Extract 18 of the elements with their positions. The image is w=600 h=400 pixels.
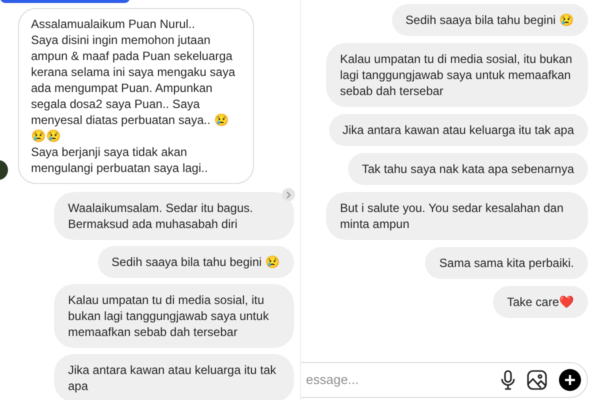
message-input[interactable]: essage... <box>306 370 489 390</box>
add-icon[interactable] <box>559 369 581 391</box>
image-icon[interactable] <box>527 370 547 390</box>
message-bubble: Kalau umpatan tu di media sosial, itu bukan lagi tanggungjawab saya untuk memaafkan sebab dah tersebar <box>54 284 294 348</box>
message-bubble: Sama sama kita perbaiki. <box>425 247 588 279</box>
message-composer[interactable]: essage... <box>301 362 588 398</box>
microphone-icon[interactable] <box>501 370 515 390</box>
message-bubble: Assalamualaikum Puan Nurul.. Saya disini ingin memohon jutaan ampun & maaf pada Puan sekeluarga kerana selama ini saya mengaku saya ada mengumpat Puan. Ampunkan segala dosa2 saya Puan.. Saya menyesal diatas perbuatan saya.. 😢 😢😢 Saya berjanji saya tidak akan mengulangi perbuatan saya lagi.. <box>18 8 254 184</box>
message-bubble: But i salute you. You sedar kesalahan dan minta ampun <box>326 192 588 240</box>
forward-icon[interactable] <box>282 188 295 201</box>
message-bubble: Jika antara kawan atau keluarga itu tak apa <box>328 114 588 146</box>
message-bubble: Kalau umpatan tu di media sosial, itu bukan lagi tanggungjawab saya untuk memaafkan sebab dah tersebar <box>326 43 588 107</box>
message-bubble: Jika antara kawan atau keluarga itu tak apa <box>54 354 294 400</box>
message-bubble: Sedih saaya bila tahu begini 😢 <box>392 4 588 36</box>
message-bubble: Sedih saaya bila tahu begini 😢 <box>98 246 294 278</box>
message-bubble: Waalaikumsalam. Sedar itu bagus. Bermaksud ada muhasabah diri <box>54 192 294 240</box>
message-bubble: Tak tahu saya nak kata apa sebenarnya <box>348 153 588 185</box>
message-bubble: Take care❤ <box>492 286 588 318</box>
